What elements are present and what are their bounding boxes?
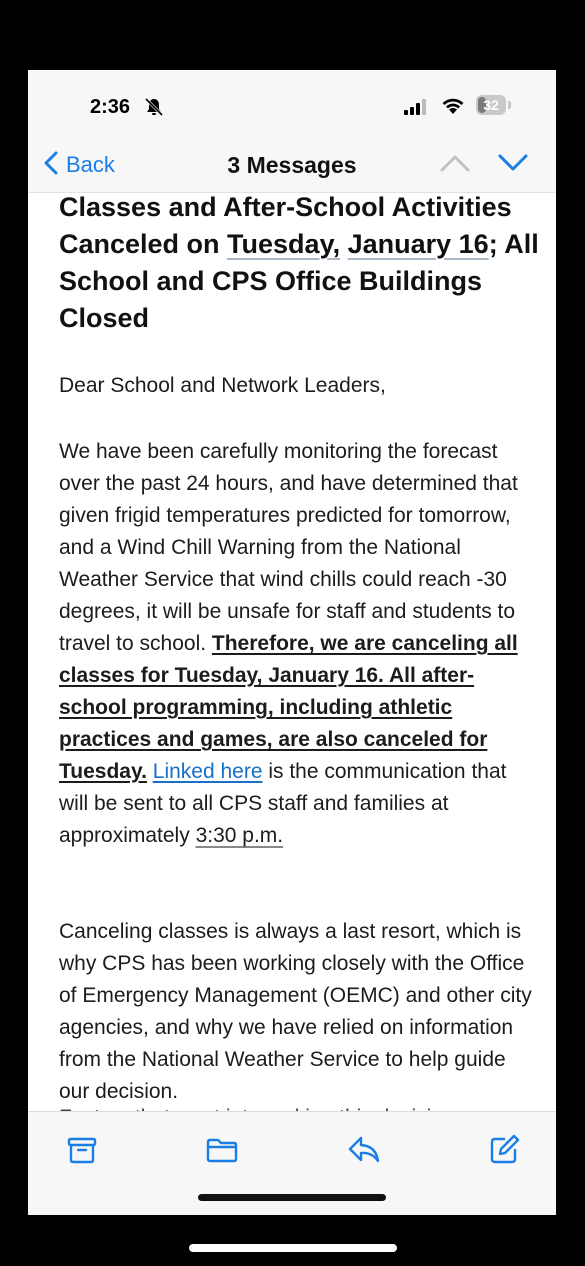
battery-icon: 32 [476, 95, 512, 115]
previous-message-button[interactable] [440, 154, 470, 177]
status-time: 2:36 [90, 96, 131, 118]
chevron-up-icon [440, 155, 470, 176]
status-bar: 2:36 32 [28, 70, 556, 140]
email-paragraph-1: We have been carefully monitoring the fo… [59, 436, 539, 852]
subject-date-link-2[interactable]: January 16 [348, 229, 489, 259]
navigation-bar: Back 3 Messages [28, 140, 556, 193]
next-message-button[interactable] [498, 154, 528, 177]
battery-body: 32 [476, 95, 506, 115]
cellular-signal-icon [404, 99, 432, 120]
phone-screen: 2:36 32 Back 3 Messages Classes and Afte… [28, 70, 556, 1215]
chevron-down-icon [498, 154, 528, 176]
compose-icon [486, 1134, 522, 1172]
archive-button[interactable] [64, 1132, 100, 1168]
email-paragraph-2: Canceling classes is always a last resor… [59, 920, 532, 1103]
reply-button[interactable] [346, 1132, 382, 1168]
paragraph-1-text: We have been carefully monitoring the fo… [59, 440, 518, 655]
bell-slash-icon [144, 97, 164, 122]
subject-date-link-1[interactable]: Tuesday, [227, 229, 340, 259]
nav-title: 3 Messages [227, 152, 357, 178]
compose-button[interactable] [486, 1132, 522, 1168]
battery-label: 32 [483, 97, 499, 113]
battery-cap [508, 101, 511, 109]
home-indicator[interactable] [198, 1194, 386, 1201]
email-subject: Classes and After-School Activities Canc… [59, 193, 539, 337]
archive-icon [64, 1137, 100, 1172]
email-greeting: Dear School and Network Leaders, [59, 374, 386, 397]
wifi-icon [441, 97, 465, 120]
linked-here-link[interactable]: Linked here [153, 760, 263, 783]
time-detected-link[interactable]: 3:30 p.m. [196, 824, 284, 847]
outer-home-indicator [189, 1244, 397, 1252]
move-to-folder-button[interactable] [204, 1132, 240, 1168]
bottom-toolbar [28, 1111, 556, 1215]
email-content[interactable]: Classes and After-School Activities Canc… [28, 193, 556, 1111]
reply-arrow-icon [346, 1136, 382, 1172]
folder-icon [204, 1138, 240, 1172]
